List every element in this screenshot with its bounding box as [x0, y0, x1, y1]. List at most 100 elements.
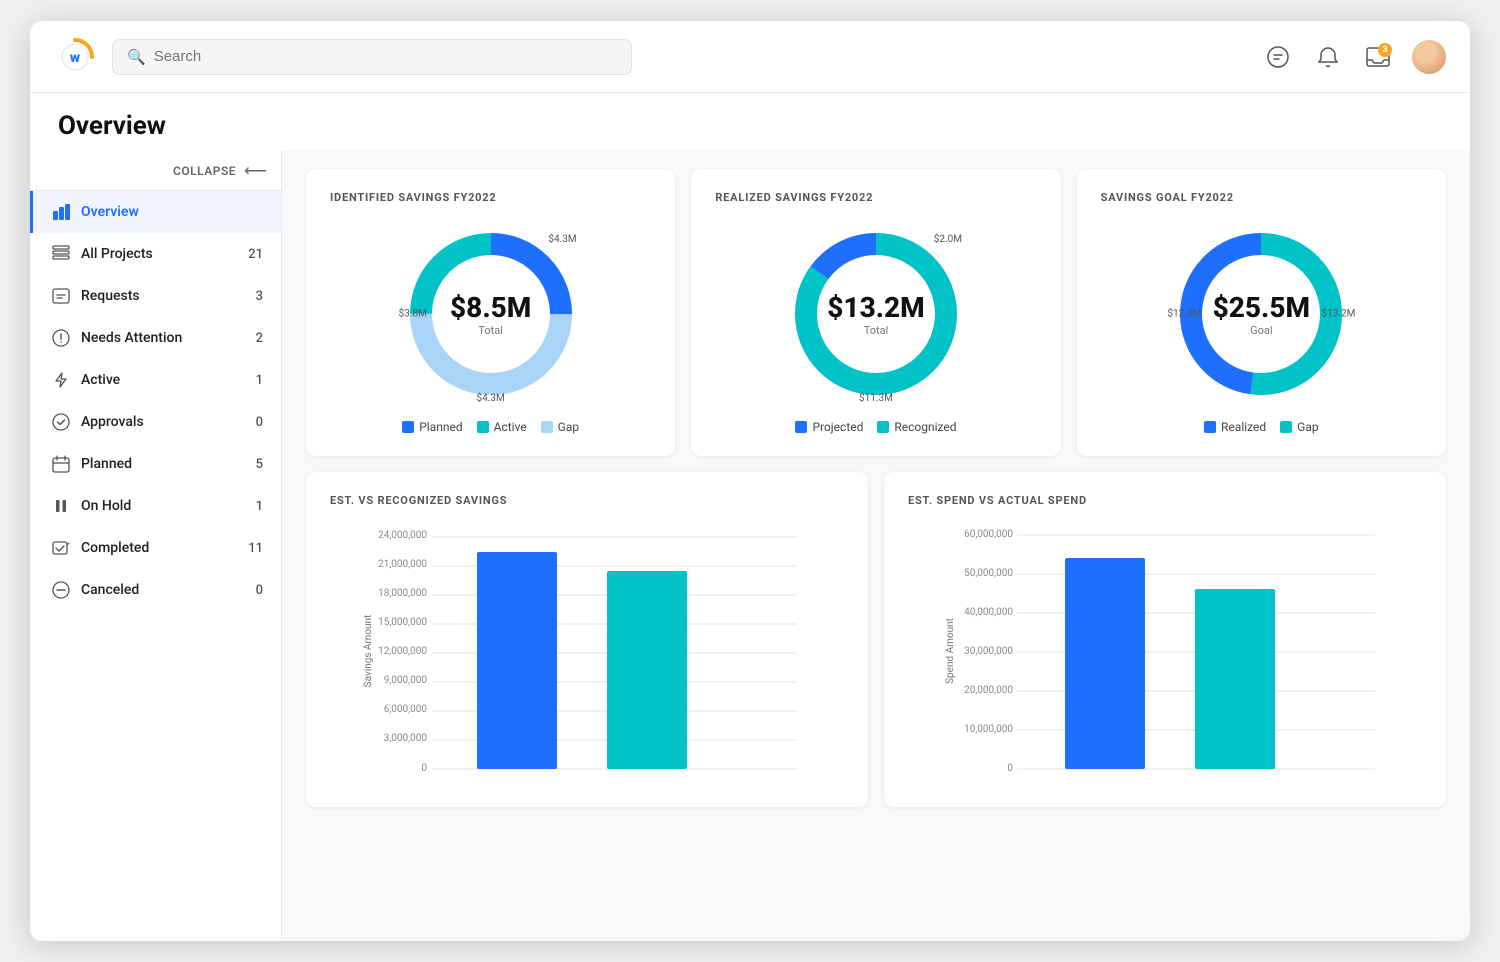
savings-goal-donut-container: $25.5M Goal $12.3M $13.2M Realized [1101, 216, 1422, 434]
inbox-badge: 3 [1378, 43, 1392, 57]
est-spend-vs-actual-card: EST. SPEND VS ACTUAL SPEND 0 10,000,000 … [884, 472, 1446, 807]
sidebar-item-on-hold[interactable]: On Hold 1 [30, 485, 281, 527]
completed-count: 11 [248, 541, 263, 556]
sg-label-left: $12.3M [1167, 309, 1201, 320]
legend-item-projected: Projected [795, 420, 863, 434]
identified-savings-title: IDENTIFIED SAVINGS FY2022 [330, 191, 651, 204]
content-area: IDENTIFIED SAVINGS FY2022 [282, 151, 1470, 941]
savings-goal-title: SAVINGS GOAL FY2022 [1101, 191, 1422, 204]
sidebar-item-label-needs-attention: Needs Attention [81, 330, 246, 346]
search-icon: 🔍 [127, 48, 146, 66]
legend-item-planned: Planned [402, 420, 462, 434]
avatar[interactable] [1412, 40, 1446, 74]
message-icon[interactable] [1262, 41, 1294, 73]
sidebar-item-label-all-projects: All Projects [81, 246, 238, 262]
realized-savings-legend: Projected Recognized [795, 420, 956, 434]
active-count: 1 [256, 373, 263, 388]
sg-label-right: $13.2M [1321, 309, 1355, 320]
svg-text:9,000,000: 9,000,000 [384, 675, 428, 686]
savings-goal-card: SAVINGS GOAL FY2022 $25.5M Goal [1077, 169, 1446, 456]
svg-text:40,000,000: 40,000,000 [964, 607, 1013, 618]
legend-item-recognized: Recognized [877, 420, 956, 434]
planned-count: 5 [256, 457, 263, 472]
est-vs-recognized-chart: 0 3,000,000 6,000,000 9,000,000 12,000,0… [330, 521, 844, 781]
completed-icon [51, 538, 71, 558]
savings-goal-donut: $25.5M Goal $12.3M $13.2M [1171, 224, 1351, 404]
donut-cards-row: IDENTIFIED SAVINGS FY2022 [306, 169, 1446, 456]
sidebar-item-label-requests: Requests [81, 288, 246, 304]
identified-savings-donut: $8.5M Total $4.3M $4.3M $3.8M [401, 224, 581, 404]
app-frame: w 🔍 3 Overview [30, 21, 1470, 941]
sidebar-item-overview[interactable]: Overview [30, 191, 281, 233]
topbar-right: 3 [1262, 40, 1446, 74]
svg-text:0: 0 [1007, 763, 1013, 774]
bar-estimated [477, 552, 557, 769]
id-label-left: $3.8M [399, 309, 427, 320]
planned-icon [51, 454, 71, 474]
svg-text:Savings Amount: Savings Amount [363, 615, 374, 688]
workday-logo: w [54, 36, 96, 78]
bar-est-spend [1065, 558, 1145, 769]
needs-attention-icon [51, 328, 71, 348]
sidebar-collapse-button[interactable]: COLLAPSE ⟵ [30, 151, 281, 191]
approvals-count: 0 [256, 415, 263, 430]
sidebar-item-approvals[interactable]: Approvals 0 [30, 401, 281, 443]
realized-savings-value: $13.2M Total [827, 291, 924, 337]
sidebar-item-requests[interactable]: Requests 3 [30, 275, 281, 317]
legend-item-gap2: Gap [1280, 420, 1318, 434]
search-bar[interactable]: 🔍 [112, 39, 632, 75]
id-label-bottom: $4.3M [477, 393, 505, 404]
sidebar-item-label-overview: Overview [81, 204, 263, 220]
sidebar-item-canceled[interactable]: Canceled 0 [30, 569, 281, 611]
est-vs-recognized-card: EST. VS RECOGNIZED SAVINGS 0 3,000,000 6… [306, 472, 868, 807]
svg-text:0: 0 [421, 763, 427, 774]
overview-icon [51, 202, 71, 222]
canceled-icon [51, 580, 71, 600]
sidebar-item-label-canceled: Canceled [81, 582, 246, 598]
sidebar-item-all-projects[interactable]: All Projects 21 [30, 233, 281, 275]
sidebar-item-label-planned: Planned [81, 456, 246, 472]
on-hold-icon [51, 496, 71, 516]
rs-label-tr: $2.0M [934, 234, 962, 245]
est-vs-recognized-title: EST. VS RECOGNIZED SAVINGS [330, 494, 844, 507]
realized-savings-donut-container: $13.2M Total $2.0M $11.3M Projected [715, 216, 1036, 434]
legend-item-active: Active [477, 420, 527, 434]
bar-actual-spend [1195, 589, 1275, 769]
svg-text:18,000,000: 18,000,000 [378, 588, 427, 599]
on-hold-count: 1 [256, 499, 263, 514]
requests-count: 3 [256, 289, 263, 304]
identified-savings-card: IDENTIFIED SAVINGS FY2022 [306, 169, 675, 456]
requests-icon [51, 286, 71, 306]
svg-text:3,000,000: 3,000,000 [384, 733, 428, 744]
sidebar-item-label-completed: Completed [81, 540, 238, 556]
sidebar-item-label-approvals: Approvals [81, 414, 246, 430]
inbox-icon[interactable]: 3 [1362, 41, 1394, 73]
sidebar-item-needs-attention[interactable]: Needs Attention 2 [30, 317, 281, 359]
savings-goal-value: $25.5M Goal [1213, 291, 1310, 337]
rs-label-bottom: $11.3M [859, 393, 893, 404]
id-label-tr: $4.3M [548, 234, 576, 245]
all-projects-icon [51, 244, 71, 264]
realized-savings-donut: $13.2M Total $2.0M $11.3M [786, 224, 966, 404]
sidebar-item-active[interactable]: Active 1 [30, 359, 281, 401]
notification-icon[interactable] [1312, 41, 1344, 73]
main-body: COLLAPSE ⟵ Overview All Projects 21 [30, 151, 1470, 941]
sidebar-item-planned[interactable]: Planned 5 [30, 443, 281, 485]
sidebar-item-label-on-hold: On Hold [81, 498, 246, 514]
svg-text:30,000,000: 30,000,000 [964, 646, 1013, 657]
canceled-count: 0 [256, 583, 263, 598]
topbar: w 🔍 3 [30, 21, 1470, 93]
sidebar-item-label-active: Active [81, 372, 246, 388]
bar-recognized [607, 571, 687, 769]
svg-text:50,000,000: 50,000,000 [964, 568, 1013, 579]
sidebar-item-completed[interactable]: Completed 11 [30, 527, 281, 569]
bar-charts-row: EST. VS RECOGNIZED SAVINGS 0 3,000,000 6… [306, 472, 1446, 807]
needs-attention-count: 2 [256, 331, 263, 346]
svg-text:6,000,000: 6,000,000 [384, 704, 428, 715]
active-icon [51, 370, 71, 390]
svg-text:Spend Amount: Spend Amount [945, 618, 956, 684]
search-input[interactable] [154, 48, 617, 65]
all-projects-count: 21 [248, 247, 263, 262]
realized-savings-card: REALIZED SAVINGS FY2022 $13.2M [691, 169, 1060, 456]
legend-item-realized: Realized [1204, 420, 1266, 434]
